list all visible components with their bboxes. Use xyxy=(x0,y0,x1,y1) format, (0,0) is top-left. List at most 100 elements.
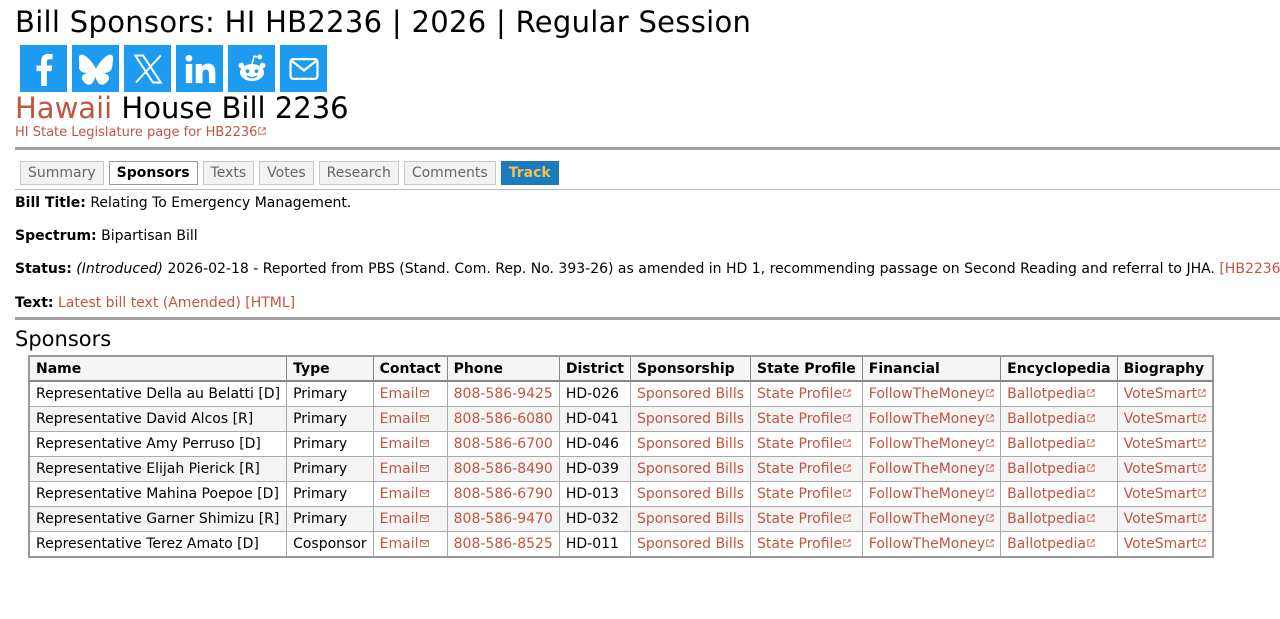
state-profile-link[interactable]: State Profile xyxy=(757,486,842,502)
followthemoney-link[interactable]: FollowTheMoney xyxy=(869,386,985,402)
table-cell[interactable]: FollowTheMoney xyxy=(861,431,1002,457)
state-name[interactable]: Hawaii xyxy=(15,91,112,125)
phone-link[interactable]: 808-586-6700 xyxy=(454,436,553,452)
followthemoney-link[interactable]: FollowTheMoney xyxy=(869,461,985,477)
table-cell[interactable]: State Profile xyxy=(750,481,863,507)
sponsored-bills-link[interactable]: Sponsored Bills xyxy=(637,486,744,502)
votesmart-link[interactable]: VoteSmart xyxy=(1124,386,1198,402)
table-cell[interactable]: FollowTheMoney xyxy=(861,406,1002,432)
tab-comments[interactable]: Comments xyxy=(403,161,496,185)
followthemoney-link[interactable]: FollowTheMoney xyxy=(869,411,985,427)
table-cell[interactable]: 808-586-9425 xyxy=(446,380,560,407)
state-profile-link[interactable]: State Profile xyxy=(757,536,842,552)
bill-text-link[interactable]: Latest bill text (Amended) [HTML] xyxy=(58,295,295,311)
table-cell[interactable]: Sponsored Bills xyxy=(629,481,752,507)
email-link[interactable]: Email xyxy=(380,436,419,452)
tab-texts[interactable]: Texts xyxy=(202,161,255,185)
votesmart-link[interactable]: VoteSmart xyxy=(1124,436,1198,452)
votesmart-link[interactable]: VoteSmart xyxy=(1124,411,1198,427)
state-legislature-link[interactable]: HI State Legislature page for HB2236 xyxy=(15,125,267,140)
table-cell[interactable]: VoteSmart xyxy=(1116,506,1214,532)
followthemoney-link[interactable]: FollowTheMoney xyxy=(869,536,985,552)
state-profile-link[interactable]: State Profile xyxy=(757,386,842,402)
tab-votes[interactable]: Votes xyxy=(259,161,314,185)
x-icon[interactable] xyxy=(124,45,171,92)
table-cell[interactable]: Email xyxy=(372,531,448,558)
table-cell[interactable]: Sponsored Bills xyxy=(629,506,752,532)
table-cell[interactable]: Sponsored Bills xyxy=(629,531,752,558)
phone-link[interactable]: 808-586-8490 xyxy=(454,461,553,477)
email-link[interactable]: Email xyxy=(380,461,419,477)
tab-track[interactable]: Track xyxy=(500,161,559,185)
bill-detail-link[interactable]: [HB2236 Detail] xyxy=(1219,261,1280,277)
table-cell[interactable]: FollowTheMoney xyxy=(861,380,1002,407)
table-cell[interactable]: State Profile xyxy=(750,456,863,482)
table-cell[interactable]: State Profile xyxy=(750,506,863,532)
table-cell[interactable]: State Profile xyxy=(750,431,863,457)
table-cell[interactable]: 808-586-8525 xyxy=(446,531,560,558)
table-cell[interactable]: State Profile xyxy=(750,531,863,558)
table-cell[interactable]: State Profile xyxy=(750,406,863,432)
ballotpedia-link[interactable]: Ballotpedia xyxy=(1007,411,1086,427)
tab-sponsors[interactable]: Sponsors xyxy=(108,161,198,185)
table-cell[interactable]: VoteSmart xyxy=(1116,456,1214,482)
table-cell[interactable]: 808-586-6700 xyxy=(446,431,560,457)
table-cell[interactable]: Ballotpedia xyxy=(1000,481,1118,507)
table-cell[interactable]: Email xyxy=(372,481,448,507)
table-cell[interactable]: Email xyxy=(372,431,448,457)
followthemoney-link[interactable]: FollowTheMoney xyxy=(869,436,985,452)
state-profile-link[interactable]: State Profile xyxy=(757,461,842,477)
table-cell[interactable]: 808-586-9470 xyxy=(446,506,560,532)
table-cell[interactable]: VoteSmart xyxy=(1116,380,1214,407)
table-cell[interactable]: 808-586-6790 xyxy=(446,481,560,507)
table-cell[interactable]: Sponsored Bills xyxy=(629,406,752,432)
sponsored-bills-link[interactable]: Sponsored Bills xyxy=(637,536,744,552)
email-link[interactable]: Email xyxy=(380,511,419,527)
table-cell[interactable]: Ballotpedia xyxy=(1000,531,1118,558)
state-legislature-link-text[interactable]: HI State Legislature page for HB2236 xyxy=(15,125,257,140)
phone-link[interactable]: 808-586-6790 xyxy=(454,486,553,502)
phone-link[interactable]: 808-586-9470 xyxy=(454,511,553,527)
table-cell[interactable]: VoteSmart xyxy=(1116,431,1214,457)
table-cell[interactable]: VoteSmart xyxy=(1116,481,1214,507)
table-cell[interactable]: FollowTheMoney xyxy=(861,506,1002,532)
table-cell[interactable]: Sponsored Bills xyxy=(629,456,752,482)
followthemoney-link[interactable]: FollowTheMoney xyxy=(869,486,985,502)
table-cell[interactable]: Email xyxy=(372,380,448,407)
bluesky-icon[interactable] xyxy=(72,45,119,92)
ballotpedia-link[interactable]: Ballotpedia xyxy=(1007,511,1086,527)
table-cell[interactable]: Ballotpedia xyxy=(1000,406,1118,432)
sponsored-bills-link[interactable]: Sponsored Bills xyxy=(637,411,744,427)
ballotpedia-link[interactable]: Ballotpedia xyxy=(1007,536,1086,552)
phone-link[interactable]: 808-586-8525 xyxy=(454,536,553,552)
votesmart-link[interactable]: VoteSmart xyxy=(1124,511,1198,527)
table-cell[interactable]: Ballotpedia xyxy=(1000,431,1118,457)
table-cell[interactable]: State Profile xyxy=(750,380,863,407)
ballotpedia-link[interactable]: Ballotpedia xyxy=(1007,461,1086,477)
table-cell[interactable]: Ballotpedia xyxy=(1000,456,1118,482)
table-cell[interactable]: Sponsored Bills xyxy=(629,431,752,457)
table-cell[interactable]: Sponsored Bills xyxy=(629,380,752,407)
table-cell[interactable]: FollowTheMoney xyxy=(861,531,1002,558)
table-cell[interactable]: 808-586-6080 xyxy=(446,406,560,432)
email-link[interactable]: Email xyxy=(380,536,419,552)
phone-link[interactable]: 808-586-6080 xyxy=(454,411,553,427)
tab-research[interactable]: Research xyxy=(318,161,399,185)
table-cell[interactable]: 808-586-8490 xyxy=(446,456,560,482)
email-icon[interactable] xyxy=(280,45,327,92)
state-profile-link[interactable]: State Profile xyxy=(757,411,842,427)
email-link[interactable]: Email xyxy=(380,411,419,427)
table-cell[interactable]: Ballotpedia xyxy=(1000,380,1118,407)
table-cell[interactable]: Email xyxy=(372,406,448,432)
sponsored-bills-link[interactable]: Sponsored Bills xyxy=(637,461,744,477)
linkedin-icon[interactable] xyxy=(176,45,223,92)
state-profile-link[interactable]: State Profile xyxy=(757,511,842,527)
table-cell[interactable]: FollowTheMoney xyxy=(861,481,1002,507)
table-cell[interactable]: Email xyxy=(372,506,448,532)
state-profile-link[interactable]: State Profile xyxy=(757,436,842,452)
ballotpedia-link[interactable]: Ballotpedia xyxy=(1007,436,1086,452)
email-link[interactable]: Email xyxy=(380,386,419,402)
sponsored-bills-link[interactable]: Sponsored Bills xyxy=(637,511,744,527)
email-link[interactable]: Email xyxy=(380,486,419,502)
table-cell[interactable]: VoteSmart xyxy=(1116,406,1214,432)
